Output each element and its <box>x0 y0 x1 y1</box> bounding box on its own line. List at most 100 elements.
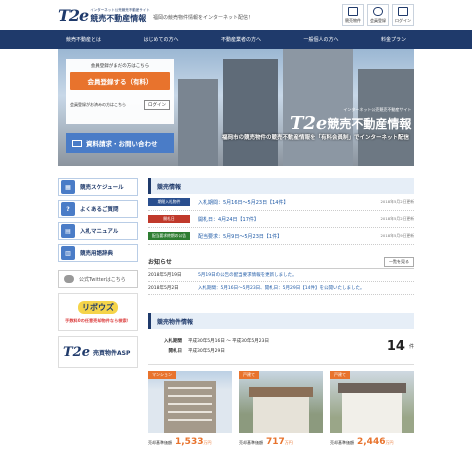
property-photo[interactable]: 戸建て <box>239 371 323 433</box>
sidebar-item-manual[interactable]: ▤ 入札マニュアル <box>58 222 138 240</box>
hero-brand-mark: T2e <box>290 113 328 134</box>
notice-text[interactable]: 5月19日の公告の配当要求情報を更新しました。 <box>198 272 297 278</box>
main-content: 競売情報 期間入札物件 入札期間：5月16日〜5月23日【14件】 2018年5… <box>148 178 414 453</box>
price-unit: 万円 <box>203 440 212 445</box>
notice-date: 2018年5月19日 <box>148 273 182 278</box>
notice-more-button[interactable]: 一覧を見る <box>384 256 414 267</box>
news-text[interactable]: 開札日：4月24日【17件】 <box>198 216 381 223</box>
property-card[interactable]: 戸建て 売却基準価額 717 万円 <box>239 371 323 453</box>
header-icon-label: ログイン <box>395 17 411 23</box>
twitter-link[interactable]: 公式Twitterはこちら <box>58 270 138 288</box>
property-type-tag: 戸建て <box>239 371 259 379</box>
property-card[interactable]: 戸建て 売却基準価額 2,446 万円 <box>330 371 414 453</box>
list-item[interactable]: 2018年5月19日 5月19日の公告の配当要求情報を更新しました。 <box>148 269 414 282</box>
hero-login-button[interactable]: ログイン <box>144 100 170 110</box>
list-item[interactable]: 2018年5月2日 入札期間：5月16日〜5月23日、開札日：5月29日【14件… <box>148 282 414 295</box>
twitter-icon <box>64 275 74 283</box>
header-icon-label: 競売物件 <box>345 17 361 23</box>
price-label: 売却基準価額 <box>148 440 172 445</box>
nav-item-pricing[interactable]: 料金プラン <box>373 36 414 43</box>
global-nav: 競売不動産とは はじめての方へ 不動産業者の方へ 一般個人の方へ 料金プラン <box>0 30 472 49</box>
property-type-tag: 戸建て <box>330 371 350 379</box>
auction-info-heading: 競売情報 <box>148 178 414 194</box>
hero-description: 福岡市の競売物件の競売不動産情報を「有料会員制」でインターネット配信 <box>222 135 410 141</box>
sidebar-item-faq[interactable]: ? よくあるご質問 <box>58 200 138 218</box>
sidebar-item-label: 入札マニュアル <box>80 229 119 235</box>
calendar-icon: ▦ <box>61 180 75 194</box>
site-header: T2e インターネット公売競売不動産サイト 競売不動産情報 福岡の競売物件情報を… <box>0 0 472 30</box>
login-prompt: 会員登録がお済みの方はこちら <box>70 102 126 107</box>
price-value: 717 <box>266 437 285 447</box>
person-icon <box>373 6 383 16</box>
sidebar-item-schedule[interactable]: ▦ 競売スケジュール <box>58 178 138 196</box>
building-icon <box>348 6 358 16</box>
member-register-button[interactable]: 会員登録 <box>367 4 389 26</box>
price-unit: 万円 <box>385 440 394 445</box>
sidebar: ▦ 競売スケジュール ? よくあるご質問 ▤ 入札マニュアル ▥ 競売用語辞典 … <box>58 178 138 368</box>
news-text[interactable]: 入札期間：5月16日〜5月23日【14件】 <box>198 199 381 206</box>
nav-item-about-auction[interactable]: 競売不動産とは <box>58 36 109 43</box>
property-count-unit: 件 <box>408 344 414 350</box>
sidebar-item-label: よくあるご質問 <box>80 207 119 213</box>
member-panel: 会員登録がまだの方はこちら 会員登録する（有料） 会員登録がお済みの方はこちら … <box>66 59 174 124</box>
news-tag: 期間入札物件 <box>148 198 190 206</box>
login-button[interactable]: ログイン <box>392 4 414 26</box>
notice-title: お知らせ <box>148 259 172 266</box>
logo-name: 競売不動産情報 <box>90 13 147 23</box>
twitter-label: 公式Twitterはこちら <box>79 276 126 283</box>
price-label: 売却基準価額 <box>330 440 354 445</box>
price-value: 1,533 <box>175 437 204 447</box>
price-unit: 万円 <box>284 440 293 445</box>
notice-header: お知らせ 一覧を見る <box>148 255 414 269</box>
contact-button[interactable]: 資料請求・お問い合わせ <box>66 133 174 153</box>
property-card[interactable]: マンション 売却基準価額 1,533 万円 <box>148 371 232 453</box>
notice-date: 2018年5月2日 <box>148 286 179 291</box>
site-logo[interactable]: T2e インターネット公売競売不動産サイト 競売不動産情報 <box>58 6 150 25</box>
register-prompt: 会員登録がまだの方はこちら <box>90 64 150 69</box>
hero-brand-name: 競売不動産情報 <box>327 117 412 131</box>
building-image <box>223 59 278 166</box>
property-count: 14 <box>386 339 405 354</box>
auction-properties-button[interactable]: 競売物件 <box>342 4 364 26</box>
nav-item-individuals[interactable]: 一般個人の方へ <box>295 36 346 43</box>
ribouz-caption: 手数料0の任意売却物件なら検索！ <box>65 317 131 323</box>
news-tag: 開札日 <box>148 215 190 223</box>
question-icon: ? <box>61 202 75 216</box>
site-tagline: 福岡の競売物件情報をインターネット配信！ <box>153 15 254 21</box>
nav-item-beginners[interactable]: はじめての方へ <box>135 36 186 43</box>
open-label: 開札日 <box>168 348 183 354</box>
period-label: 入札期間 <box>164 338 182 344</box>
asp-logo-mark: T2e <box>63 344 90 360</box>
nav-item-realtors[interactable]: 不動産業者の方へ <box>213 36 269 43</box>
asp-banner[interactable]: T2e 売買物件ASP <box>58 336 138 368</box>
contact-button-label: 資料請求・お問い合わせ <box>86 140 158 148</box>
dictionary-icon: ▥ <box>61 246 75 260</box>
ribouz-logo: リボウズ <box>78 300 118 314</box>
property-info-heading: 競売物件情報 <box>148 313 414 329</box>
list-item[interactable]: 配当要求終期の公告 配当要求：5月9日〜5月23日【1件】 2018年5月9日更… <box>148 228 414 245</box>
news-date: 2018年5月9日更新 <box>380 233 414 238</box>
property-summary: 入札期間 開札日 平成30年5月16日 〜 平成30年5月23日 平成30年5月… <box>148 329 414 365</box>
header-icon-label: 会員登録 <box>370 17 386 23</box>
property-type-tag: マンション <box>148 371 176 379</box>
book-icon: ▤ <box>61 224 75 238</box>
list-item[interactable]: 開札日 開札日：4月24日【17件】 2018年5月2日更新 <box>148 211 414 228</box>
news-date: 2018年5月2日更新 <box>380 216 414 221</box>
asp-logo-text: 売買物件ASP <box>93 349 131 357</box>
hero-banner: インターネット公売競売不動産サイト T2e 競売不動産情報 福岡市の競売物件の競… <box>58 49 414 166</box>
logo-subtitle: インターネット公売競売不動産サイト <box>90 7 150 12</box>
price-label: 売却基準価額 <box>239 440 263 445</box>
property-cards: マンション 売却基準価額 1,533 万円 戸建て 売却基準価額 717 万円 <box>148 371 414 453</box>
property-photo[interactable]: マンション <box>148 371 232 433</box>
property-photo[interactable]: 戸建て <box>330 371 414 433</box>
list-item[interactable]: 期間入札物件 入札期間：5月16日〜5月23日【14件】 2018年5月2日更新 <box>148 194 414 211</box>
sidebar-item-label: 競売用語辞典 <box>80 251 114 257</box>
notice-text[interactable]: 入札期間：5月16日〜5月23日、開札日：5月29日【14件】を公開いたしました… <box>198 285 365 291</box>
news-text[interactable]: 配当要求：5月9日〜5月23日【1件】 <box>198 233 381 240</box>
open-value: 平成30年5月29日 <box>188 348 225 354</box>
news-tag: 配当要求終期の公告 <box>148 232 190 240</box>
price-value: 2,446 <box>357 437 386 447</box>
sidebar-item-dictionary[interactable]: ▥ 競売用語辞典 <box>58 244 138 262</box>
register-button[interactable]: 会員登録する（有料） <box>70 72 170 90</box>
ribouz-banner[interactable]: リボウズ 手数料0の任意売却物件なら検索！ <box>58 293 138 331</box>
